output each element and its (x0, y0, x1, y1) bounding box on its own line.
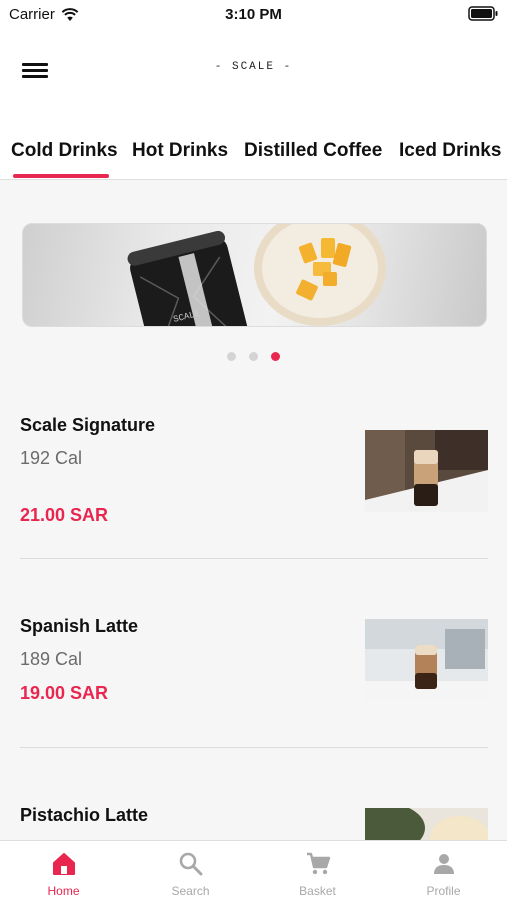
status-bar: Carrier 3:10 PM (0, 0, 507, 28)
carousel-dot-1[interactable] (227, 352, 236, 361)
carousel-indicator (0, 352, 507, 361)
banner-image: SCALE (127, 224, 386, 326)
menu-item-spanish-latte[interactable]: Spanish Latte 189 Cal 19.00 SAR (20, 613, 488, 713)
item-image[interactable] (365, 808, 488, 840)
search-icon (179, 852, 202, 876)
tab-cold-drinks[interactable]: Cold Drinks (11, 140, 118, 162)
nav-search-label: Search (171, 884, 210, 898)
item-image[interactable] (365, 619, 488, 701)
menu-item-pistachio-latte[interactable]: Pistachio Latte (20, 803, 488, 840)
divider (20, 558, 488, 559)
active-tab-indicator (13, 174, 109, 178)
item-name: Spanish Latte (20, 616, 139, 636)
nav-profile-label: Profile (426, 884, 461, 898)
tab-hot-drinks[interactable]: Hot Drinks (132, 140, 228, 162)
tab-iced-drinks[interactable]: Iced Drinks (399, 140, 501, 162)
nav-search[interactable]: Search (127, 841, 254, 900)
nav-basket[interactable]: Basket (254, 841, 381, 900)
cart-icon (306, 852, 330, 875)
nav-home-label: Home (47, 884, 80, 898)
battery-icon (468, 6, 498, 21)
item-calories: 189 Cal (20, 649, 83, 669)
item-calories: 192 Cal (20, 448, 83, 468)
tab-distilled-coffee[interactable]: Distilled Coffee (244, 140, 382, 162)
status-time: 3:10 PM (225, 6, 282, 23)
nav-home[interactable]: Home (0, 841, 127, 900)
divider (20, 747, 488, 748)
item-name: Scale Signature (20, 415, 156, 435)
category-tabs: Cold Drinks Hot Drinks Distilled Coffee … (0, 116, 507, 180)
item-price: 19.00 SAR (20, 683, 109, 703)
item-image[interactable] (365, 430, 488, 512)
menu-item-scale-signature[interactable]: Scale Signature 192 Cal 21.00 SAR (20, 412, 488, 532)
nav-basket-label: Basket (299, 884, 336, 898)
carousel-dot-3-active[interactable] (271, 352, 280, 361)
promo-banner[interactable]: SCALE (22, 223, 487, 327)
brand-logo: - SCALE - (214, 61, 293, 73)
item-name: Pistachio Latte (20, 805, 149, 825)
bottom-navigation: Home Search Basket Profile (0, 840, 507, 900)
person-icon (433, 854, 454, 874)
nav-profile[interactable]: Profile (380, 841, 507, 900)
app-header: - SCALE - (0, 28, 507, 116)
carousel-dot-2[interactable] (249, 352, 258, 361)
home-icon (52, 853, 75, 875)
item-price: 21.00 SAR (20, 505, 109, 525)
